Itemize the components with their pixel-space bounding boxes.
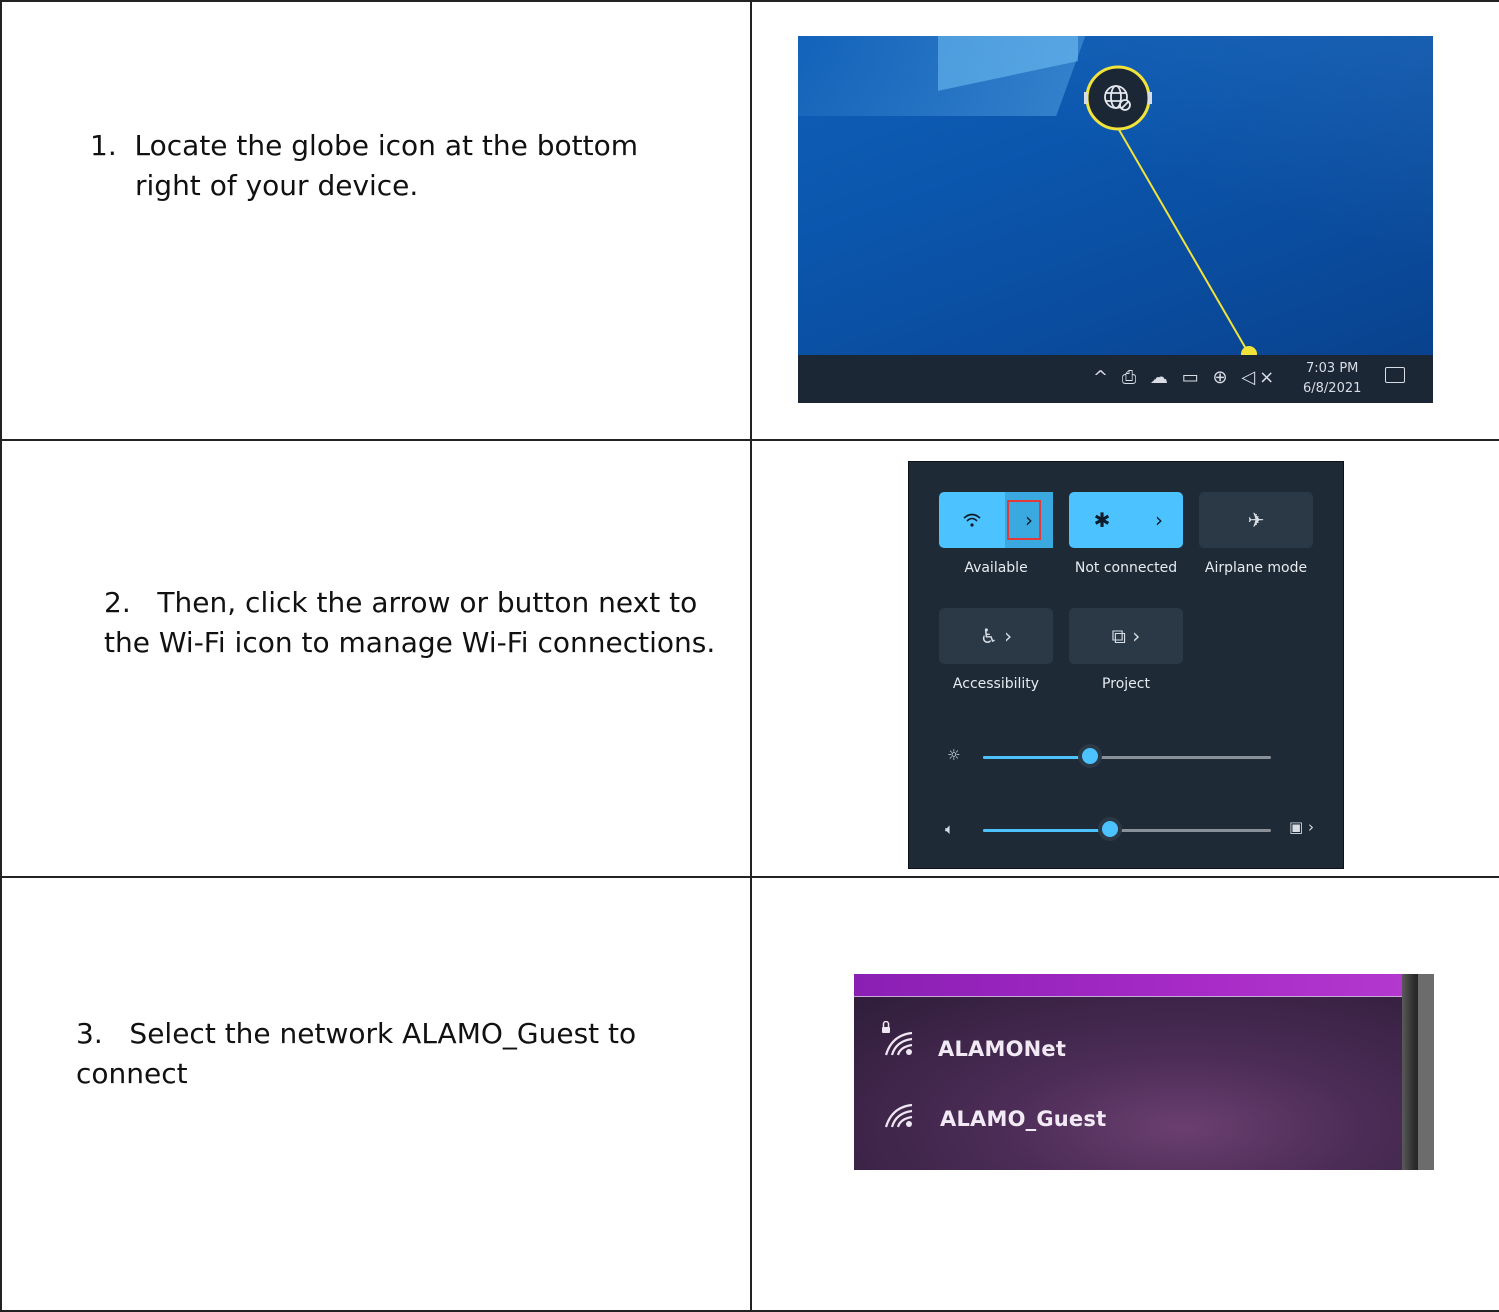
wifi-list-photo: ALAMONet ALAMO_Guest bbox=[854, 974, 1434, 1170]
volume-muted-icon[interactable]: ◁× bbox=[1241, 367, 1278, 388]
step-line: right of your device. bbox=[135, 169, 419, 202]
onedrive-icon[interactable]: ☁ bbox=[1150, 367, 1172, 388]
accessibility-tile[interactable]: ♿ › bbox=[939, 608, 1053, 664]
clock-time: 7:03 PM bbox=[1306, 361, 1359, 376]
audio-output-icon[interactable]: ▣ › bbox=[1289, 818, 1314, 836]
tile-label: Project bbox=[1102, 676, 1150, 692]
project-tile[interactable]: ⧉ › bbox=[1069, 608, 1183, 664]
tile-label: Not connected bbox=[1074, 560, 1178, 576]
clock-date: 6/8/2021 bbox=[1303, 381, 1362, 396]
airplane-tile[interactable]: ✈ bbox=[1199, 492, 1313, 548]
wifi-icon bbox=[882, 1099, 916, 1133]
bluetooth-icon: ✱ bbox=[1093, 508, 1111, 532]
globe-icon[interactable]: ⊕ bbox=[1212, 367, 1231, 388]
airplane-icon: ✈ bbox=[1247, 508, 1265, 532]
step-3-image-cell: ALAMONet ALAMO_Guest bbox=[750, 876, 1499, 1312]
step-3-text: 3. Select the network ALAMO_Guest to con… bbox=[76, 1014, 636, 1094]
step-number: 3. bbox=[76, 1017, 103, 1050]
step-number: 2. bbox=[104, 586, 131, 619]
step-line: connect bbox=[76, 1057, 188, 1090]
volume-fill bbox=[983, 829, 1110, 832]
step-line: Locate the globe icon at the bottom bbox=[134, 129, 638, 162]
bluetooth-arrow-button[interactable]: › bbox=[1135, 492, 1183, 548]
callout-magnifier bbox=[1084, 65, 1257, 362]
brightness-fill bbox=[983, 756, 1090, 759]
network-name-alamonet[interactable]: ALAMONet bbox=[938, 1037, 1066, 1061]
bluetooth-tile[interactable]: ✱ › bbox=[1069, 492, 1183, 548]
taskbar: ^ ⎙ ☁ ▭ ⊕ ◁× 7:03 PM 6/8/2021 bbox=[798, 355, 1433, 403]
chevron-up-icon[interactable]: ^ bbox=[1093, 367, 1112, 388]
desktop-screenshot: ^ ⎙ ☁ ▭ ⊕ ◁× 7:03 PM 6/8/2021 bbox=[798, 36, 1433, 403]
project-icon: ⧉ › bbox=[1111, 624, 1141, 648]
instructions-table: 1. Locate the globe icon at the bottom r… bbox=[0, 0, 1499, 1312]
volume-icon: 🔈︎ bbox=[945, 820, 955, 838]
step-line: Then, click the arrow or button next to bbox=[157, 586, 698, 619]
brightness-thumb[interactable] bbox=[1078, 744, 1102, 768]
system-tray: ^ ⎙ ☁ ▭ ⊕ ◁× bbox=[1093, 367, 1278, 388]
step-2-image-cell: › Available ✱ › Not connected ✈ Airplane… bbox=[750, 439, 1499, 878]
step-1-text-cell: 1. Locate the globe icon at the bottom r… bbox=[0, 0, 752, 441]
wifi-icon bbox=[939, 492, 1005, 548]
meet-now-icon[interactable]: ⎙ bbox=[1122, 367, 1140, 388]
step-1-image-cell: ^ ⎙ ☁ ▭ ⊕ ◁× 7:03 PM 6/8/2021 bbox=[750, 0, 1499, 441]
step-number: 1. bbox=[90, 129, 117, 162]
accessibility-icon: ♿ › bbox=[979, 624, 1013, 648]
network-list: ALAMONet ALAMO_Guest bbox=[854, 996, 1402, 1170]
step-3-text-cell: 3. Select the network ALAMO_Guest to con… bbox=[0, 876, 752, 1312]
step-2-text-cell: 2. Then, click the arrow or button next … bbox=[0, 439, 752, 878]
notification-icon[interactable] bbox=[1385, 367, 1405, 383]
highlight-box bbox=[1007, 500, 1041, 540]
step-line: the Wi-Fi icon to manage Wi-Fi connectio… bbox=[104, 626, 716, 659]
tile-label: Accessibility bbox=[952, 676, 1040, 692]
volume-thumb[interactable] bbox=[1098, 817, 1122, 841]
network-name-alamo-guest[interactable]: ALAMO_Guest bbox=[940, 1107, 1106, 1131]
tile-label: Available bbox=[964, 560, 1028, 576]
taskbar-clock[interactable]: 7:03 PM 6/8/2021 bbox=[1303, 359, 1361, 399]
wifi-secured-icon bbox=[880, 1020, 914, 1061]
quick-settings-panel: › Available ✱ › Not connected ✈ Airplane… bbox=[908, 461, 1344, 869]
step-1-text: 1. Locate the globe icon at the bottom r… bbox=[90, 126, 638, 206]
brightness-icon: ☼ bbox=[947, 746, 961, 764]
battery-icon[interactable]: ▭ bbox=[1182, 367, 1203, 388]
step-2-text: 2. Then, click the arrow or button next … bbox=[104, 583, 715, 663]
tile-label: Airplane mode bbox=[1204, 560, 1308, 576]
step-line: Select the network ALAMO_Guest to bbox=[129, 1017, 637, 1050]
